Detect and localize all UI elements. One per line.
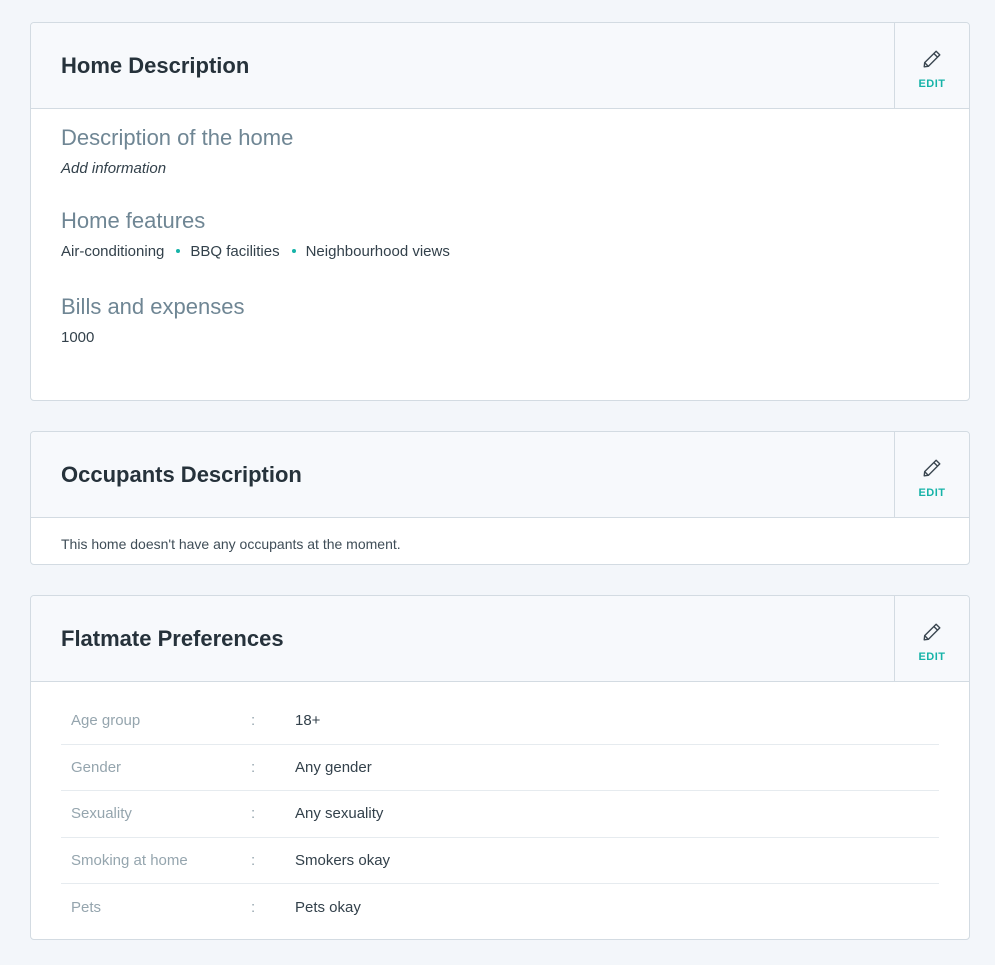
preference-separator: :	[251, 851, 256, 869]
no-occupants-message: This home doesn't have any occupants at …	[61, 536, 401, 552]
home-features-heading: Home features	[61, 208, 206, 233]
flatmate-preferences-card: Flatmate Preferences EDIT Age group : 18…	[30, 595, 970, 940]
preference-label: Pets	[71, 898, 102, 916]
bullet-dot-icon	[291, 248, 296, 253]
flatmate-preferences-title: Flatmate Preferences	[61, 625, 284, 651]
add-information-link[interactable]: Add information	[61, 160, 293, 177]
edit-label: EDIT	[918, 486, 946, 499]
occupants-description-edit-button[interactable]: EDIT	[894, 432, 969, 517]
bills-section: Bills and expenses 1000	[61, 294, 244, 346]
preference-label: Age group	[71, 712, 141, 730]
home-description-title: Home Description	[61, 52, 250, 78]
preference-value: 18+	[295, 712, 321, 730]
pencil-icon	[923, 50, 941, 67]
preference-row-smoking: Smoking at home : Smokers okay	[61, 838, 939, 884]
edit-label: EDIT	[918, 77, 946, 90]
occupants-description-title: Occupants Description	[61, 461, 302, 487]
edit-label: EDIT	[918, 650, 946, 663]
preference-label: Gender	[71, 758, 122, 776]
bills-heading: Bills and expenses	[61, 294, 245, 319]
home-description-edit-button[interactable]: EDIT	[894, 23, 969, 108]
preferences-table: Age group : 18+ Gender : Any gender Sexu…	[61, 698, 939, 931]
flatmate-preferences-edit-button[interactable]: EDIT	[894, 596, 969, 681]
preference-value: Any gender	[295, 758, 372, 776]
home-description-header: Home Description EDIT	[31, 23, 969, 109]
preference-separator: :	[251, 758, 256, 776]
preference-row-sexuality: Sexuality : Any sexuality	[61, 791, 939, 838]
preference-value: Smokers okay	[295, 851, 391, 869]
feature-item: Neighbourhood views	[305, 243, 450, 260]
feature-item: BBQ facilities	[190, 243, 280, 260]
description-heading: Description of the home	[61, 125, 294, 150]
preference-label: Smoking at home	[71, 851, 188, 869]
flatmate-preferences-header: Flatmate Preferences EDIT	[31, 596, 969, 682]
preference-separator: :	[251, 898, 256, 916]
preference-separator: :	[251, 805, 256, 823]
preference-row-pets: Pets : Pets okay	[61, 884, 939, 931]
preference-row-gender: Gender : Any gender	[61, 745, 939, 791]
description-section: Description of the home Add information	[61, 125, 293, 177]
preference-label: Sexuality	[71, 805, 132, 823]
pencil-icon	[923, 459, 941, 476]
home-description-card: Home Description EDIT Description of the…	[30, 22, 970, 401]
feature-item: Air-conditioning	[61, 243, 165, 260]
home-features-section: Home features Air-conditioning BBQ facil…	[61, 208, 450, 260]
pencil-icon	[923, 623, 941, 640]
preference-value: Any sexuality	[295, 805, 384, 823]
occupants-description-card: Occupants Description EDIT This home doe…	[30, 431, 970, 565]
preference-row-age-group: Age group : 18+	[61, 698, 939, 745]
preference-separator: :	[251, 712, 256, 730]
bills-value: 1000	[61, 329, 95, 346]
home-features-list: Air-conditioning BBQ facilities Neighbou…	[61, 243, 450, 260]
preference-value: Pets okay	[295, 898, 361, 916]
occupants-description-header: Occupants Description EDIT	[31, 432, 969, 518]
bullet-dot-icon	[176, 248, 181, 253]
